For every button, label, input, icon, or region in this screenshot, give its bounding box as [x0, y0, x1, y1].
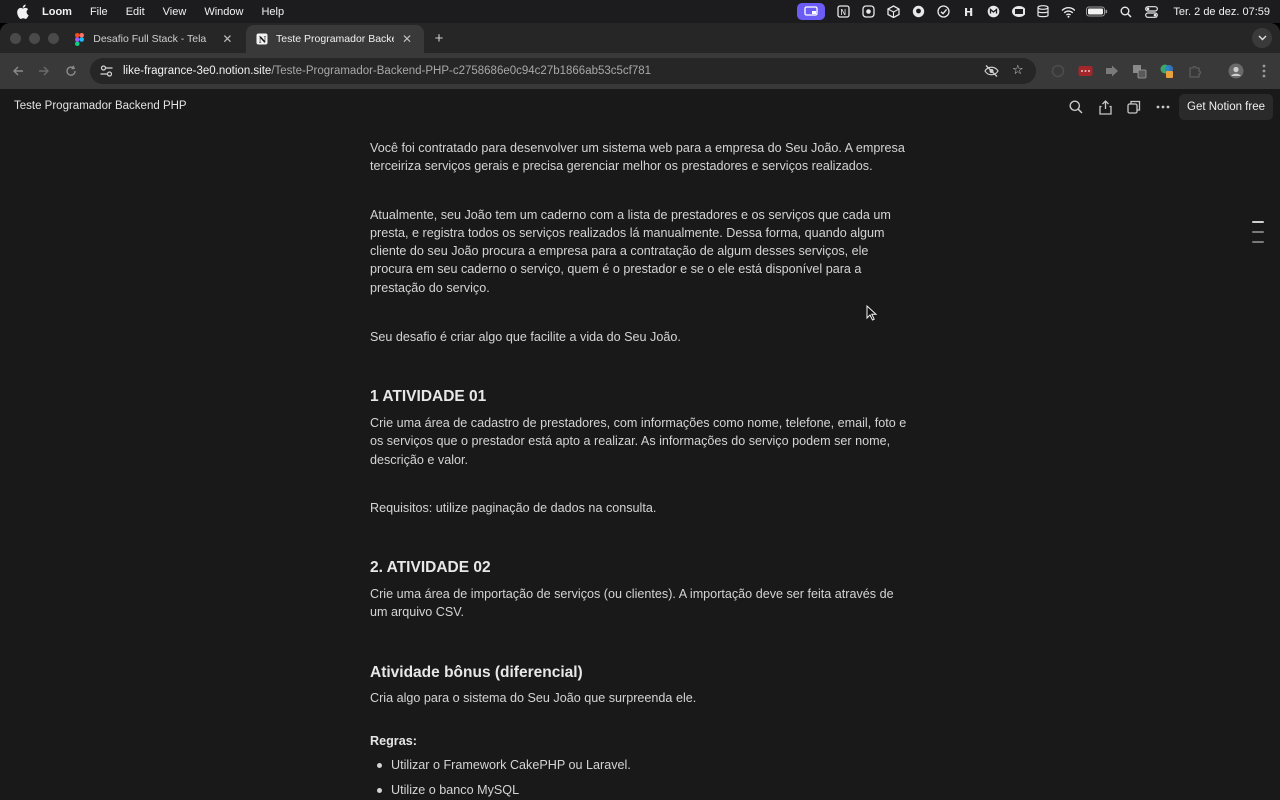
zoom-window-button[interactable]: [48, 33, 59, 44]
paragraph: Seu desafio é criar algo que facilite a …: [370, 330, 681, 344]
paragraph-line: procura em seu caderno o serviço, quem é…: [370, 262, 862, 276]
figma-icon: [74, 32, 85, 46]
duplicate-icon[interactable]: [1125, 98, 1143, 116]
site-settings-icon[interactable]: [99, 64, 113, 78]
list-item: Utilize o banco MySQL: [370, 781, 519, 799]
paragraph-line: Crie uma área de importação de serviços …: [370, 587, 894, 601]
minimize-window-button[interactable]: [29, 33, 40, 44]
tab-strip: Desafio Full Stack - Tela ✕ N Teste Prog…: [0, 23, 1280, 53]
loom-recording-icon[interactable]: [797, 3, 826, 20]
paragraph-line: terceiriza serviços gerais e precisa ger…: [370, 159, 873, 173]
task-check-icon[interactable]: [936, 5, 950, 19]
svg-text:N: N: [259, 36, 267, 45]
menu-help[interactable]: Help: [261, 6, 284, 18]
paragraph-line: presta, e registra todos os serviços rea…: [370, 226, 885, 240]
paragraph-line: Você foi contratado para desenvolver um …: [370, 141, 905, 155]
bullet-dot: [377, 762, 382, 768]
heading-atividade-bonus: Atividade bônus (diferencial): [370, 664, 583, 681]
github-icon[interactable]: [911, 5, 925, 19]
tab-title: Desafio Full Stack - Tela: [93, 33, 207, 45]
browser-menu-icon[interactable]: [1256, 63, 1272, 79]
window-controls: [10, 33, 59, 44]
profile-avatar-icon[interactable]: [1228, 63, 1244, 79]
bookmark-star-icon[interactable]: ☆: [1012, 63, 1026, 77]
wifi-icon[interactable]: [1061, 5, 1076, 19]
forward-arrow-icon[interactable]: [35, 62, 53, 80]
camera-app-icon[interactable]: [861, 5, 875, 19]
tab-title: Teste Programador Backend PHP: [276, 33, 394, 45]
notion-status-icon[interactable]: N: [836, 5, 850, 19]
display-icon[interactable]: [1011, 5, 1026, 19]
paragraph-line: Crie uma área de cadastro de prestadores…: [370, 416, 907, 430]
paragraph-line: Atualmente, seu João tem um caderno com …: [370, 208, 891, 222]
menu-app-loom[interactable]: Loom: [42, 6, 72, 18]
toc-line[interactable]: [1252, 221, 1264, 223]
search-icon[interactable]: [1067, 98, 1085, 116]
mouse-cursor-icon: [866, 305, 878, 321]
h-app-icon[interactable]: H: [961, 5, 975, 19]
list-item-text: Utilizar o Framework CakePHP ou Laravel.: [391, 758, 631, 772]
more-options-icon[interactable]: [1154, 98, 1172, 116]
paragraph-line: descrição e valor.: [370, 453, 469, 467]
reload-icon[interactable]: [62, 62, 80, 80]
new-tab-plus-icon[interactable]: +: [430, 29, 448, 47]
heading-atividade-02: 2. ATIVIDADE 02: [370, 559, 491, 576]
notion-icon: N: [256, 33, 268, 45]
table-of-contents-indicator[interactable]: [1252, 221, 1264, 243]
paragraph: Requisitos: utilize paginação de dados n…: [370, 501, 657, 515]
tab-search-chevron-icon[interactable]: [1252, 28, 1272, 48]
menu-file[interactable]: File: [90, 6, 108, 18]
extensions-puzzle-icon[interactable]: [1187, 63, 1203, 79]
database-icon[interactable]: [1036, 5, 1050, 19]
toc-line[interactable]: [1252, 231, 1264, 233]
page-breadcrumb-title[interactable]: Teste Programador Backend PHP: [14, 100, 187, 112]
macos-menu-bar: Loom File Edit View Window Help N H Ter.…: [0, 0, 1280, 23]
toc-line[interactable]: [1252, 241, 1264, 243]
close-tab-icon[interactable]: ✕: [400, 32, 414, 46]
extension-color-icon[interactable]: [1159, 63, 1175, 79]
menubar-clock[interactable]: Ter. 2 de dez. 07:59: [1173, 6, 1270, 18]
notion-top-bar: Teste Programador Backend PHP Get Notion…: [0, 89, 1280, 126]
menu-view[interactable]: View: [163, 6, 187, 18]
heading-atividade-01: 1 ATIVIDADE 01: [370, 388, 487, 405]
box-icon[interactable]: [886, 5, 900, 19]
paragraph-line: prestação do serviço.: [370, 281, 490, 295]
share-icon[interactable]: [1096, 98, 1114, 116]
apple-icon[interactable]: [14, 4, 30, 20]
extension-grid-icon[interactable]: [1132, 63, 1148, 79]
paragraph-line: um arquivo CSV.: [370, 605, 465, 619]
get-notion-free-button[interactable]: Get Notion free: [1179, 94, 1273, 120]
rules-label: Regras:: [370, 734, 417, 748]
address-bar[interactable]: like-fragrance-3e0.notion.site/Teste-Pro…: [90, 58, 1036, 84]
close-window-button[interactable]: [10, 33, 21, 44]
battery-icon[interactable]: [1086, 5, 1108, 19]
menu-window[interactable]: Window: [204, 6, 243, 18]
list-item-text: Utilize o banco MySQL: [391, 783, 520, 797]
list-item: Utilizar o Framework CakePHP ou Laravel.: [370, 756, 631, 774]
bullet-dot: [377, 787, 382, 793]
tab-teste-programador[interactable]: N Teste Programador Backend PHP ✕: [246, 25, 424, 53]
extension-red-icon[interactable]: [1077, 63, 1093, 79]
extension-arrow-icon[interactable]: [1104, 63, 1120, 79]
browser-window: Desafio Full Stack - Tela ✕ N Teste Prog…: [0, 23, 1280, 800]
url-host: like-fragrance-3e0.notion.site: [123, 65, 272, 77]
svg-text:H: H: [964, 6, 973, 18]
spotlight-search-icon[interactable]: [1119, 5, 1133, 19]
mail-app-icon[interactable]: [986, 5, 1000, 19]
eye-slash-icon[interactable]: [984, 64, 999, 78]
extension-dim-icon[interactable]: [1050, 63, 1066, 79]
paragraph-line: cliente do seu João procura a empresa pa…: [370, 244, 869, 258]
back-arrow-icon[interactable]: [9, 62, 27, 80]
url-path: /Teste-Programador-Backend-PHP-c2758686e…: [271, 65, 652, 77]
paragraph-line: os serviços que o prestador está apto a …: [370, 434, 891, 448]
svg-text:N: N: [840, 8, 846, 17]
menu-edit[interactable]: Edit: [126, 6, 145, 18]
status-area: N H Ter. 2 de dez. 07:59: [797, 0, 1270, 23]
browser-toolbar: like-fragrance-3e0.notion.site/Teste-Pro…: [0, 53, 1280, 89]
paragraph: Cria algo para o sistema do Seu João que…: [370, 691, 697, 705]
control-center-icon[interactable]: [1144, 5, 1158, 19]
notion-actions: [1067, 98, 1172, 116]
tab-desafio-full-stack[interactable]: Desafio Full Stack - Tela ✕: [64, 25, 244, 53]
close-tab-icon[interactable]: ✕: [221, 32, 234, 46]
